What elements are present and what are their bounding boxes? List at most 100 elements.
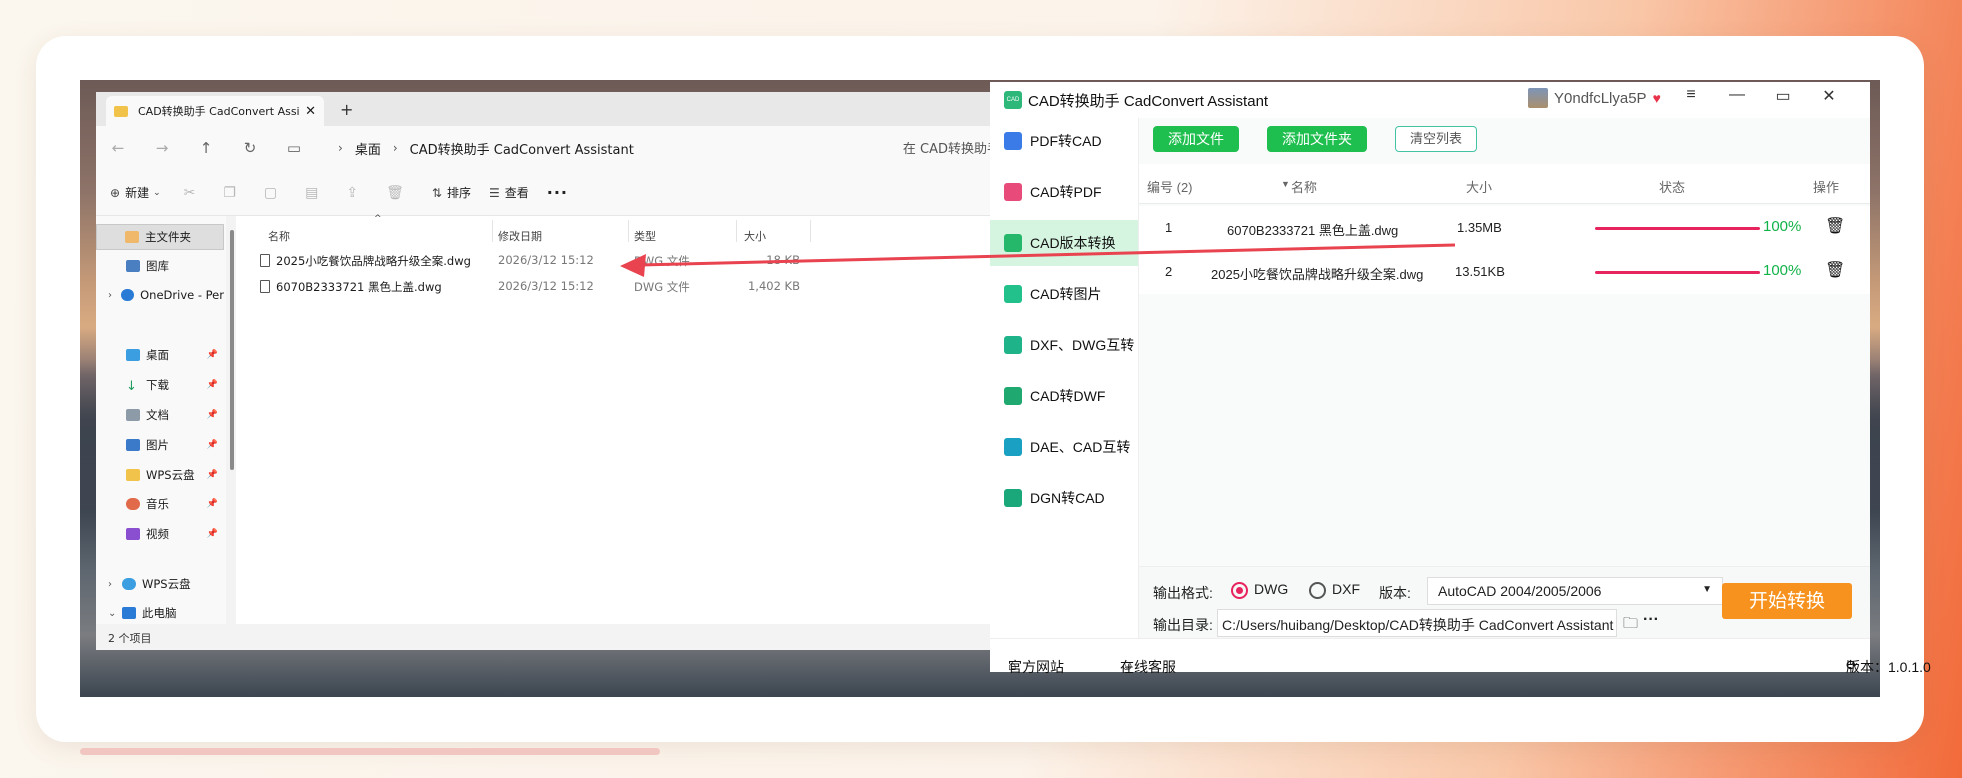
conversion-panel: 添加文件 添加文件夹 清空列表 编号 (2) ▼ 名称 大小 状态 操作 1 6… (1138, 118, 1870, 638)
radio-selected-icon (1231, 581, 1248, 599)
breadcrumb: › 桌面 › CAD转换助手 CadConvert Assistant (326, 139, 634, 158)
sidebar-item-wps[interactable]: WPS云盘 📌 (96, 462, 224, 488)
column-name[interactable]: 名称 (268, 228, 290, 244)
dxf-dwg-icon (1004, 336, 1022, 354)
pdf-to-cad-icon (1004, 132, 1022, 150)
copy-icon[interactable]: ❐ (223, 185, 236, 201)
sort-button[interactable]: ⇅ 排序 (432, 184, 471, 201)
version-label: 版本: (1379, 585, 1411, 601)
document-icon (126, 409, 140, 421)
output-dir-label: 输出目录: (1153, 617, 1213, 633)
video-icon (126, 528, 140, 540)
chevron-down-icon[interactable]: ⌄ (108, 608, 122, 619)
new-button[interactable]: ⊕ 新建 ⌄ (110, 184, 166, 201)
column-type[interactable]: 类型 (634, 228, 656, 244)
file-row[interactable]: 6070B2333721 黑色上盖.dwg 2026/3/12 15:12 DW… (236, 274, 1000, 298)
dropdown-caret-icon: ▼ (1702, 584, 1712, 595)
sort-caret-icon[interactable]: ▼ (1281, 179, 1290, 189)
sidebar-item-dae-cad[interactable]: DAE、CAD互转 (990, 424, 1138, 470)
folder-open-icon[interactable]: 🗀 (1623, 613, 1638, 638)
table-row[interactable]: 1 6070B2333721 黑色上盖.dwg 1.35MB 100% 🗑 (1139, 206, 1870, 250)
paste-icon[interactable]: ▢ (264, 185, 277, 201)
sidebar-item-pictures[interactable]: 图片 📌 (96, 432, 224, 458)
gallery-icon (126, 260, 140, 272)
sidebar-item-home[interactable]: 主文件夹 (96, 224, 224, 250)
sidebar-item-cad-version-convert[interactable]: CAD版本转换 (990, 220, 1138, 266)
table-row[interactable]: 2 2025小吃餐饮品牌战略升级全案.dwg 13.51KB 100% 🗑 (1139, 250, 1870, 294)
sidebar-item-cad-to-image[interactable]: CAD转图片 (990, 271, 1138, 317)
column-date[interactable]: 修改日期 (498, 228, 542, 244)
close-tab-icon[interactable]: ✕ (305, 104, 316, 119)
close-icon[interactable]: ✕ (1806, 86, 1852, 106)
add-folder-button[interactable]: 添加文件夹 (1267, 126, 1367, 152)
cloud-icon (122, 578, 136, 590)
search-box[interactable]: 在 CAD转换助手 (903, 138, 1000, 157)
sidebar-item-music[interactable]: 音乐 📌 (96, 491, 224, 517)
menu-icon[interactable]: ≡ (1668, 86, 1714, 106)
picture-icon (126, 439, 140, 451)
cloud-icon (121, 289, 135, 301)
sidebar-item-gallery[interactable]: 图库 (96, 253, 224, 279)
more-options-button[interactable]: ··· (547, 183, 568, 202)
delete-row-icon[interactable]: 🗑 (1825, 216, 1845, 236)
row-file-name: 6070B2333721 黑色上盖.dwg (1227, 223, 1399, 238)
clear-list-button[interactable]: 清空列表 (1395, 126, 1478, 152)
dgn-to-cad-icon (1004, 489, 1022, 507)
explorer-tab[interactable]: CAD转换助手 CadConvert Assi ✕ (106, 96, 324, 126)
more-icon[interactable]: ··· (1643, 611, 1659, 629)
share-icon[interactable]: ⇪ (346, 185, 358, 201)
sort-icon: ⇅ (431, 185, 442, 200)
version-select[interactable]: AutoCAD 2004/2005/2006 ▼ (1427, 577, 1723, 605)
progress-bar (1595, 227, 1760, 230)
sidebar-item-videos[interactable]: 视频 📌 (96, 521, 224, 547)
sidebar-item-desktop[interactable]: 桌面 📌 (96, 342, 224, 368)
delete-icon[interactable]: 🗑 (386, 185, 404, 201)
file-size: 18 KB (766, 253, 800, 267)
tab-title: CAD转换助手 CadConvert Assi (138, 105, 300, 118)
sidebar-item-onedrive[interactable]: › OneDrive - Per (96, 282, 224, 308)
new-tab-button[interactable]: + (340, 100, 353, 119)
maximize-icon[interactable]: ▭ (1760, 86, 1806, 106)
file-table-header: 编号 (2) ▼ 名称 大小 状态 操作 (1139, 164, 1870, 204)
breadcrumb-desktop[interactable]: 桌面 (355, 139, 381, 158)
user-account[interactable]: Y0ndfcLlya5P ♥ (1528, 88, 1661, 108)
desktop-icon (126, 349, 140, 361)
breadcrumb-folder[interactable]: CAD转换助手 CadConvert Assistant (410, 139, 634, 158)
sidebar-item-this-pc[interactable]: ⌄ 此电脑 (96, 600, 224, 626)
sidebar-item-pdf-to-cad[interactable]: PDF转CAD (990, 118, 1138, 164)
output-dir-field[interactable]: C:/Users/huibang/Desktop/CAD转换助手 CadConv… (1217, 609, 1617, 637)
monitor-icon[interactable]: ▭ (272, 139, 316, 157)
refresh-icon[interactable]: ↻ (228, 139, 272, 157)
cut-icon[interactable]: ✂ (184, 185, 196, 201)
rename-icon[interactable]: ▤ (305, 185, 318, 201)
view-button[interactable]: ☰ 查看 (489, 184, 529, 201)
up-icon[interactable]: ↑ (184, 139, 228, 157)
file-row[interactable]: 2025小吃餐饮品牌战略升级全案.dwg 2026/3/12 15:12 DWG… (236, 248, 1000, 272)
add-file-button[interactable]: 添加文件 (1153, 126, 1239, 152)
sidebar-item-dgn-to-cad[interactable]: DGN转CAD (990, 475, 1138, 521)
navigation-bar: ← → ↑ ↻ ▭ › 桌面 › CAD转换助手 CadConvert Assi… (96, 126, 1000, 170)
file-name: 6070B2333721 黑色上盖.dwg (276, 280, 442, 294)
minimize-icon[interactable]: — (1714, 86, 1760, 106)
format-dxf-radio[interactable]: DXF (1309, 581, 1360, 599)
column-operation: 操作 (1813, 180, 1840, 195)
format-dwg-radio[interactable]: DWG (1231, 581, 1288, 599)
progress-percent: 100% (1763, 262, 1802, 279)
start-convert-button[interactable]: 开始转换 (1722, 583, 1852, 619)
chevron-right-icon[interactable]: › (108, 579, 122, 590)
cad-to-dwf-icon (1004, 387, 1022, 405)
navigation-pane: 主文件夹 图库 › OneDrive - Per 桌面 📌 ↓ 下载 📌 文档 📌 图片 📌… (96, 216, 226, 624)
sidebar-item-cad-to-dwf[interactable]: CAD转DWF (990, 373, 1138, 419)
sidebar-item-documents[interactable]: 文档 📌 (96, 402, 224, 428)
chevron-right-icon[interactable]: › (108, 290, 121, 301)
sidebar-item-downloads[interactable]: ↓ 下载 📌 (96, 372, 224, 398)
sidebar-item-dxf-dwg[interactable]: DXF、DWG互转 (990, 322, 1138, 368)
sidebar-item-wps-cloud[interactable]: › WPS云盘 (96, 571, 224, 597)
sidebar-item-cad-to-pdf[interactable]: CAD转PDF (990, 169, 1138, 215)
column-size[interactable]: 大小 (744, 228, 766, 244)
sidebar-scrollbar[interactable] (230, 230, 234, 470)
forward-icon[interactable]: → (140, 139, 184, 157)
column-name[interactable]: 名称 (1291, 177, 1317, 196)
delete-row-icon[interactable]: 🗑 (1825, 260, 1845, 280)
back-icon[interactable]: ← (96, 139, 140, 157)
